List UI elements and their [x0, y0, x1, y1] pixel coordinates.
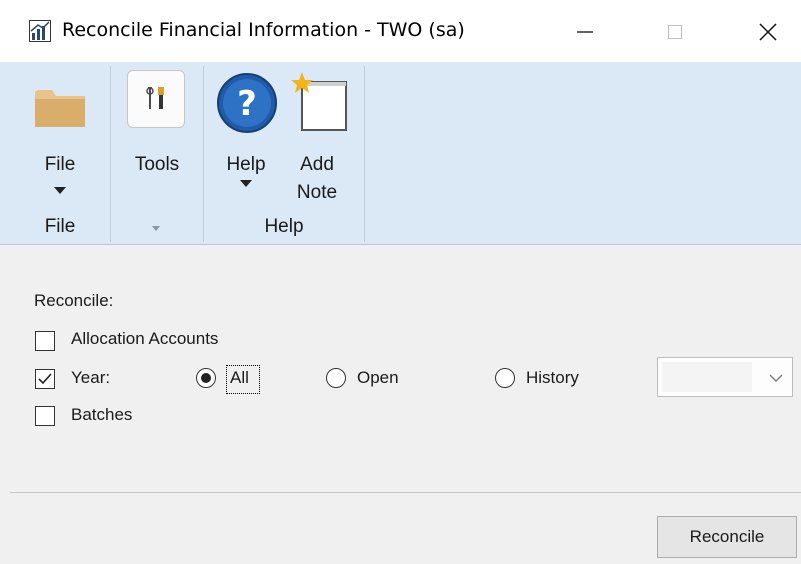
ribbon-group-tools: Tools	[111, 62, 203, 244]
close-button[interactable]	[745, 12, 791, 52]
minimize-icon	[577, 31, 593, 33]
section-label: Reconcile:	[34, 291, 114, 310]
add-note-label-line1: Add	[300, 154, 334, 175]
close-icon	[759, 23, 777, 41]
year-history-radio[interactable]	[495, 368, 515, 388]
year-checkbox[interactable]	[35, 369, 55, 389]
radio-selected-dot	[201, 373, 211, 383]
batches-label[interactable]: Batches	[71, 405, 132, 425]
allocation-accounts-checkbox[interactable]	[35, 331, 55, 351]
chevron-down-icon[interactable]	[152, 226, 160, 231]
year-history-label[interactable]: History	[526, 368, 579, 388]
chevron-down-icon	[54, 187, 66, 194]
chevron-down-icon	[769, 374, 783, 382]
maximize-button[interactable]	[652, 12, 698, 52]
year-all-radio[interactable]	[196, 368, 216, 388]
year-open-radio[interactable]	[326, 368, 346, 388]
help-button[interactable]: ? Help	[214, 70, 278, 220]
note-icon	[291, 72, 347, 131]
footer-divider	[10, 492, 801, 493]
batches-checkbox[interactable]	[35, 406, 55, 426]
svg-text:?: ?	[237, 84, 257, 124]
reconcile-button[interactable]: Reconcile	[657, 516, 797, 558]
maximize-icon	[668, 25, 682, 39]
ribbon-group-file-label: File	[44, 216, 76, 237]
history-year-dropdown[interactable]	[657, 357, 793, 397]
window-title: Reconcile Financial Information - TWO (s…	[62, 19, 465, 41]
ribbon-divider	[364, 66, 365, 242]
ribbon-group-file: File File	[0, 62, 110, 244]
tools-icon	[127, 70, 185, 128]
tools-button-label: Tools	[134, 154, 180, 175]
tools-button[interactable]: Tools	[117, 70, 197, 190]
checkmark-icon	[38, 373, 52, 385]
history-year-value	[662, 362, 752, 392]
add-note-label-line2: Note	[296, 182, 338, 203]
year-label[interactable]: Year:	[71, 368, 110, 388]
add-note-button[interactable]: Add Note	[282, 70, 352, 220]
year-all-label[interactable]: All	[230, 368, 249, 388]
app-icon	[29, 20, 51, 42]
help-icon: ?	[217, 73, 277, 133]
file-button[interactable]: File	[20, 70, 100, 220]
help-button-label: Help	[226, 154, 266, 175]
ribbon-group-help: ? Help Add Note Help	[204, 62, 364, 244]
folder-icon	[35, 90, 85, 127]
ribbon-group-help-label: Help	[264, 216, 304, 237]
title-bar: Reconcile Financial Information - TWO (s…	[0, 0, 801, 62]
ribbon: File File Tools ? Help Add Note Help	[0, 62, 801, 245]
allocation-accounts-label[interactable]: Allocation Accounts	[71, 329, 218, 349]
chevron-down-icon	[240, 180, 252, 187]
year-open-label[interactable]: Open	[357, 368, 399, 388]
minimize-button[interactable]	[562, 12, 608, 52]
file-button-label: File	[44, 154, 76, 175]
